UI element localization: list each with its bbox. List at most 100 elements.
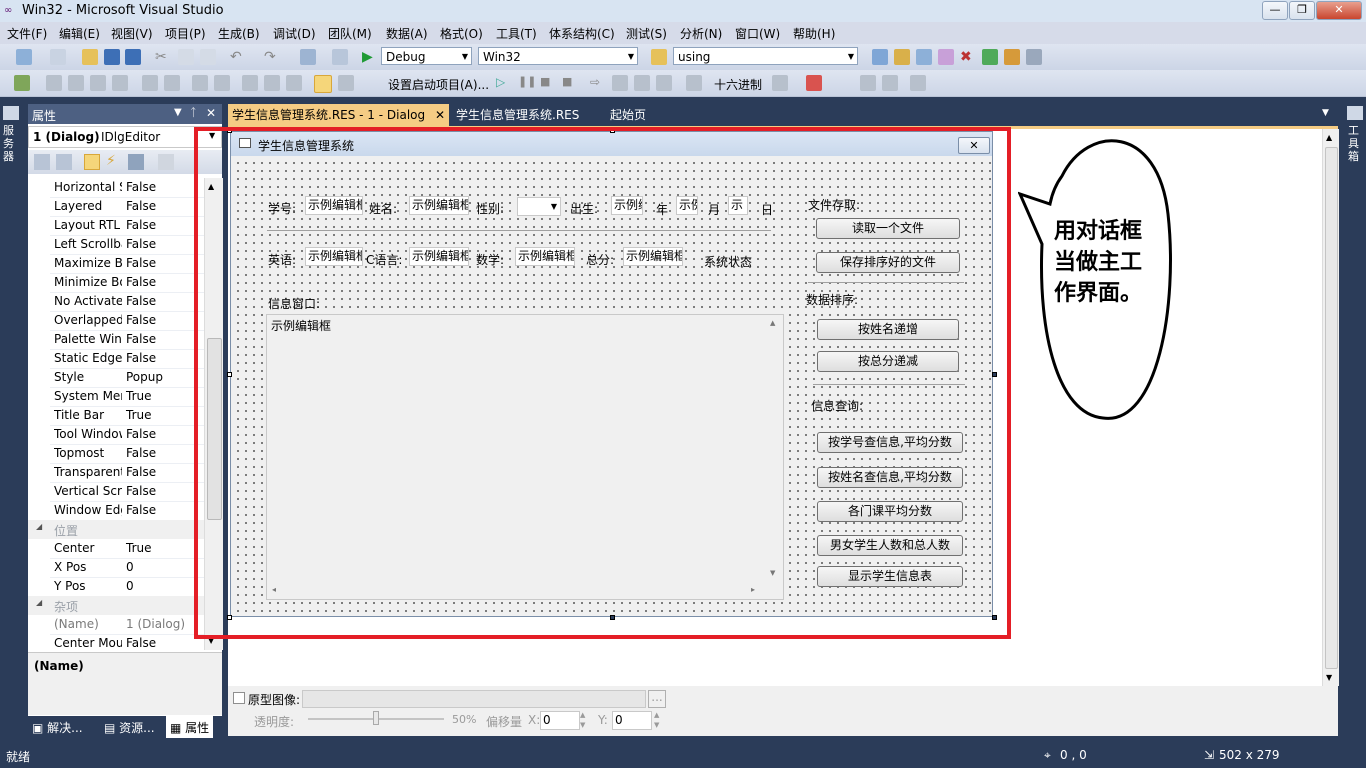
offset-y-spinner[interactable]: ▲ ▼	[654, 710, 659, 730]
tab-overflow-icon[interactable]: ▼	[1322, 108, 1329, 118]
property-row[interactable]: (Name) 1 (Dialog)	[50, 615, 204, 635]
property-category[interactable]: ◢ 位置	[28, 520, 204, 539]
step-out-icon[interactable]	[656, 75, 672, 91]
stop-icon[interactable]: ■	[540, 75, 556, 91]
tab-resource-file[interactable]: 学生信息管理系统.RES	[452, 104, 583, 126]
align-bottom-icon[interactable]	[112, 75, 128, 91]
offset-x-field[interactable]: 0	[540, 711, 580, 730]
close-pane-icon[interactable]: ✕	[206, 106, 216, 120]
property-row[interactable]: Minimize Box False	[50, 273, 204, 293]
menu-window[interactable]: 窗口(W)	[735, 25, 780, 42]
offset-x-spinner[interactable]: ▲ ▼	[580, 710, 585, 730]
test-dialog-icon[interactable]	[14, 75, 30, 91]
menu-help[interactable]: 帮助(H)	[793, 25, 835, 42]
property-row[interactable]: Tool Window False	[50, 425, 204, 445]
menu-edit[interactable]: 编辑(E)	[59, 25, 100, 42]
property-row[interactable]: Title Bar True	[50, 406, 204, 426]
scroll-up-icon[interactable]: ▲	[1326, 133, 1332, 142]
property-value[interactable]: False	[126, 503, 156, 517]
tab-start-page[interactable]: 起始页	[606, 104, 650, 126]
menu-build[interactable]: 生成(B)	[218, 25, 260, 42]
property-value[interactable]: False	[126, 332, 156, 346]
property-row[interactable]: No Activate False	[50, 292, 204, 312]
pane-dropdown-icon[interactable]: ▼	[174, 107, 182, 118]
align-left-icon[interactable]	[46, 75, 62, 91]
solution-explorer-icon[interactable]	[872, 49, 888, 65]
property-row[interactable]: Overlapped False	[50, 311, 204, 331]
prototype-checkbox[interactable]	[233, 692, 245, 704]
close-tab-icon[interactable]: ✕	[435, 108, 445, 122]
toolbox-icon[interactable]: ✖	[960, 49, 976, 65]
close-window-button[interactable]: ✕	[1316, 1, 1362, 20]
save-icon[interactable]	[104, 49, 120, 65]
property-value[interactable]: Popup	[126, 370, 163, 384]
center-vertical-icon[interactable]	[142, 75, 158, 91]
cut-icon[interactable]: ✂	[155, 49, 171, 65]
menu-analyze[interactable]: 分析(N)	[680, 25, 722, 42]
server-explorer-icon[interactable]	[3, 106, 19, 120]
find-dropdown[interactable]: using ▼	[673, 47, 858, 65]
align-right-icon[interactable]	[68, 75, 84, 91]
property-value[interactable]: False	[126, 275, 156, 289]
menu-project[interactable]: 项目(P)	[165, 25, 206, 42]
properties-view-icon[interactable]	[84, 154, 100, 170]
find-in-files-icon[interactable]	[651, 49, 667, 65]
redo-icon[interactable]: ↷	[264, 49, 280, 65]
property-value[interactable]: True	[126, 541, 152, 555]
tab-properties[interactable]: ▦ 属性	[166, 716, 214, 738]
pause-icon[interactable]: ❚❚	[518, 75, 536, 91]
prototype-path-field[interactable]	[302, 690, 646, 708]
menu-file[interactable]: 文件(F)	[7, 25, 47, 42]
startup-project-button[interactable]: 设置启动项目(A)...	[388, 76, 489, 93]
opacity-slider-thumb[interactable]	[373, 711, 379, 725]
menu-team[interactable]: 团队(M)	[328, 25, 372, 42]
show-next-statement-icon[interactable]: ⇨	[590, 75, 606, 91]
align-top-icon[interactable]	[90, 75, 106, 91]
property-value[interactable]: 0	[126, 560, 134, 574]
menu-format[interactable]: 格式(O)	[440, 25, 483, 42]
center-horizontal-icon[interactable]	[164, 75, 180, 91]
navigate-forward-icon[interactable]	[332, 49, 348, 65]
menu-test[interactable]: 测试(S)	[626, 25, 667, 42]
undo-icon[interactable]: ↶	[230, 49, 246, 65]
property-row[interactable]: Vertical Scroll False	[50, 482, 204, 502]
breakpoint-icon[interactable]	[772, 75, 788, 91]
toolbox-tab[interactable]: 工具箱	[1348, 124, 1362, 163]
make-same-size-icon[interactable]	[286, 75, 302, 91]
property-pages-icon[interactable]	[158, 154, 174, 170]
property-row[interactable]: Layout RTL False	[50, 216, 204, 236]
menu-data[interactable]: 数据(A)	[386, 25, 428, 42]
property-row[interactable]: Horizontal S False	[50, 178, 204, 198]
space-across-icon[interactable]	[192, 75, 208, 91]
make-same-height-icon[interactable]	[264, 75, 280, 91]
save-all-icon[interactable]	[125, 49, 141, 65]
property-row[interactable]: Y Pos 0	[50, 577, 204, 597]
add-item-icon[interactable]	[50, 49, 66, 65]
property-row[interactable]: X Pos 0	[50, 558, 204, 578]
toolbox-tab-icon[interactable]	[1347, 106, 1363, 120]
command-window-icon[interactable]	[1026, 49, 1042, 65]
property-value[interactable]: False	[126, 446, 156, 460]
tab-resource-view[interactable]: ▤ 资源...	[104, 719, 155, 736]
property-row[interactable]: Maximize Box False	[50, 254, 204, 274]
new-project-icon[interactable]	[16, 49, 32, 65]
navigate-backward-icon[interactable]	[300, 49, 316, 65]
class-view-icon[interactable]	[938, 49, 954, 65]
alphabetical-icon[interactable]	[56, 154, 72, 170]
space-down-icon[interactable]	[214, 75, 230, 91]
property-row[interactable]: Transparent False	[50, 463, 204, 483]
property-value[interactable]: 1 (Dialog)	[126, 617, 185, 631]
property-value[interactable]: False	[126, 180, 156, 194]
property-value[interactable]: False	[126, 256, 156, 270]
continue-icon[interactable]: ▷	[496, 75, 512, 91]
property-row[interactable]: Topmost False	[50, 444, 204, 464]
property-value[interactable]: False	[126, 313, 156, 327]
pin-icon[interactable]: ᛏ	[190, 106, 197, 119]
object-browser-icon[interactable]	[916, 49, 932, 65]
property-row[interactable]: Center Mouse False	[50, 634, 204, 650]
restore-button[interactable]: ❐	[1289, 1, 1315, 20]
property-value[interactable]: False	[126, 636, 156, 650]
property-value[interactable]: False	[126, 218, 156, 232]
property-value[interactable]: False	[126, 294, 156, 308]
menu-view[interactable]: 视图(V)	[111, 25, 153, 42]
